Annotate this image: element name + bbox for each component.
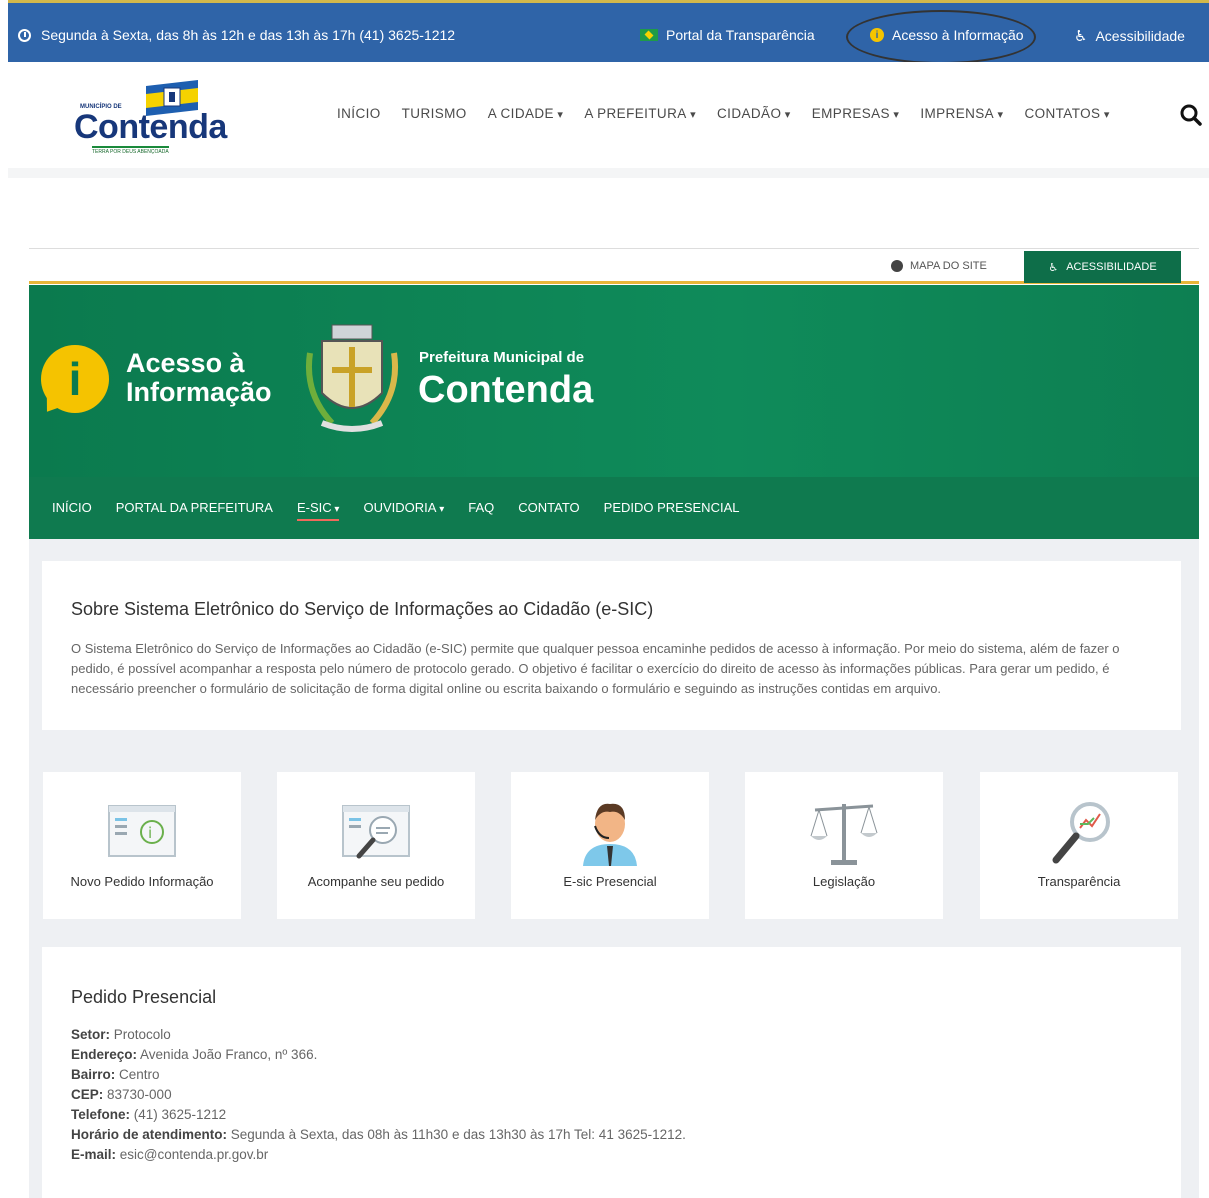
accessibility-button-label: ACESSIBILIDADE [1066,261,1157,273]
card-esic-presencial[interactable]: E-sic Presencial [511,772,709,919]
brazil-flag-icon [640,29,658,41]
sitemap-label: MAPA DO SITE [910,260,987,272]
card-legislacao[interactable]: Legislação [745,772,943,919]
cep-value: 83730-000 [103,1087,172,1102]
endereco-value: Avenida João Franco, nº 366. [137,1047,318,1062]
cep-label: CEP: [71,1087,104,1102]
logo-tagline: TERRA POR DEUS ABENÇOADA [92,146,169,155]
nav-cidadao[interactable]: CIDADÃO [717,106,791,121]
telefone-value: (41) 3625-1212 [130,1107,227,1122]
portal-nav-ouvidoria[interactable]: OUVIDORIA [363,500,444,521]
nav-contatos[interactable]: CONTATOS [1024,106,1109,121]
nav-empresas[interactable]: EMPRESAS [812,106,900,121]
portal-nav-portal-prefeitura[interactable]: PORTAL DA PREFEITURA [116,500,273,521]
prefeitura-name: Contenda [418,369,594,411]
accessibility-link[interactable]: ♿ Acessibilidade [1074,27,1185,45]
opening-hours: Segunda à Sexta, das 8h às 12h e das 13h… [18,27,455,43]
email-value[interactable]: esic@contenda.pr.gov.br [116,1147,269,1162]
bairro-label: Bairro: [71,1067,116,1082]
opening-hours-text: Segunda à Sexta, das 8h às 12h e das 13h… [41,27,456,43]
card-new-request[interactable]: i Novo Pedido Informação [43,772,241,919]
svg-text:i: i [148,824,152,842]
about-text: O Sistema Eletrônico do Serviço de Infor… [71,641,1120,696]
endereco-label: Endereço: [71,1047,138,1062]
presencial-details: Setor: Protocolo Endereço: Avenida João … [71,1025,686,1165]
pedido-presencial-section: Pedido Presencial Setor: Protocolo Ender… [42,947,1181,1198]
bairro-row: Bairro: Centro [71,1065,686,1085]
sitemap-link[interactable]: MAPA DO SITE [891,260,987,272]
card-track-request-label: Acompanhe seu pedido [307,874,445,889]
site-header: MUNICÍPIO DE Contenda TERRA POR DEUS ABE… [8,62,1209,178]
main-nav: INÍCIO TURISMO A CIDADE A PREFEITURA CID… [337,106,1110,121]
portal-nav: INÍCIO PORTAL DA PREFEITURA E-SIC OUVIDO… [29,477,1199,539]
portal-title-line1: Acesso à [126,348,245,378]
nav-turismo[interactable]: TURISMO [402,106,467,121]
hand-drawn-circle-annotation [846,10,1036,64]
card-transparencia[interactable]: Transparência [980,772,1178,919]
portal-nav-contato[interactable]: CONTATO [518,500,579,521]
new-request-icon: i [108,805,176,857]
search-icon[interactable] [1180,104,1202,126]
telefone-label: Telefone: [71,1107,131,1122]
setor-row: Setor: Protocolo [71,1025,686,1045]
attendant-icon [583,803,637,866]
email-row: E-mail: esic@contenda.pr.gov.br [71,1145,686,1165]
horario-value: Segunda à Sexta, das 08h às 11h30 e das … [227,1127,686,1142]
about-esic-section: Sobre Sistema Eletrônico do Serviço de I… [42,561,1181,730]
nav-imprensa[interactable]: IMPRENSA [920,106,1003,121]
horario-row: Horário de atendimento: Segunda à Sexta,… [71,1125,686,1145]
access-info-portal: MAPA DO SITE ♿ ACESSIBILIDADE i Acesso à… [29,248,1199,1198]
card-legislacao-label: Legislação [812,874,876,889]
portal-nav-inicio[interactable]: INÍCIO [52,500,92,521]
portal-nav-faq[interactable]: FAQ [468,500,494,521]
transparency-portal-label: Portal da Transparência [666,27,815,43]
telefone-row: Telefone: (41) 3625-1212 [71,1105,686,1125]
accessibility-label: Acessibilidade [1095,28,1185,44]
portal-title: Acesso à Informação [126,349,272,407]
email-label: E-mail: [71,1147,117,1162]
setor-value: Protocolo [110,1027,171,1042]
nav-a-cidade[interactable]: A CIDADE [488,106,564,121]
card-track-request[interactable]: Acompanhe seu pedido [277,772,475,919]
nav-inicio[interactable]: INÍCIO [337,106,381,121]
scales-icon [810,804,878,865]
wheelchair-icon: ♿ [1074,28,1088,45]
presencial-title: Pedido Presencial [71,987,217,1007]
transparency-portal-link[interactable]: Portal da Transparência [640,27,815,43]
about-title: Sobre Sistema Eletrônico do Serviço de I… [71,599,654,619]
card-transparencia-label: Transparência [1037,874,1121,889]
nav-a-prefeitura[interactable]: A PREFEITURA [584,106,696,121]
contenda-logo[interactable]: MUNICÍPIO DE Contenda TERRA POR DEUS ABE… [74,80,234,160]
card-new-request-label: Novo Pedido Informação [70,874,214,889]
logo-name: Contenda [74,108,227,146]
utility-bar: MAPA DO SITE ♿ ACESSIBILIDADE [29,248,1199,284]
horario-label: Horário de atendimento: [71,1127,228,1142]
magnifier-chart-icon [1052,802,1110,864]
portal-title-line2: Informação [126,377,272,407]
card-esic-presencial-label: E-sic Presencial [563,874,657,889]
portal-banner: i Acesso à Informação Prefeitura Municip… [29,285,1199,477]
coat-of-arms-icon [306,324,398,432]
portal-nav-esic[interactable]: E-SIC [296,500,340,521]
accessibility-button[interactable]: ♿ ACESSIBILIDADE [1024,251,1181,283]
setor-label: Setor: [71,1027,111,1042]
track-request-icon [342,805,410,859]
cep-row: CEP: 83730-000 [71,1085,686,1105]
bairro-value: Centro [115,1067,160,1082]
clock-icon [18,28,31,42]
info-bubble-icon: i [41,345,109,413]
endereco-row: Endereço: Avenida João Franco, nº 366. [71,1045,686,1065]
wheelchair-icon: ♿ [1048,261,1059,274]
portal-nav-pedido-presencial[interactable]: PEDIDO PRESENCIAL [604,500,740,521]
globe-icon [891,260,903,272]
prefeitura-label: Prefeitura Municipal de [419,349,585,366]
